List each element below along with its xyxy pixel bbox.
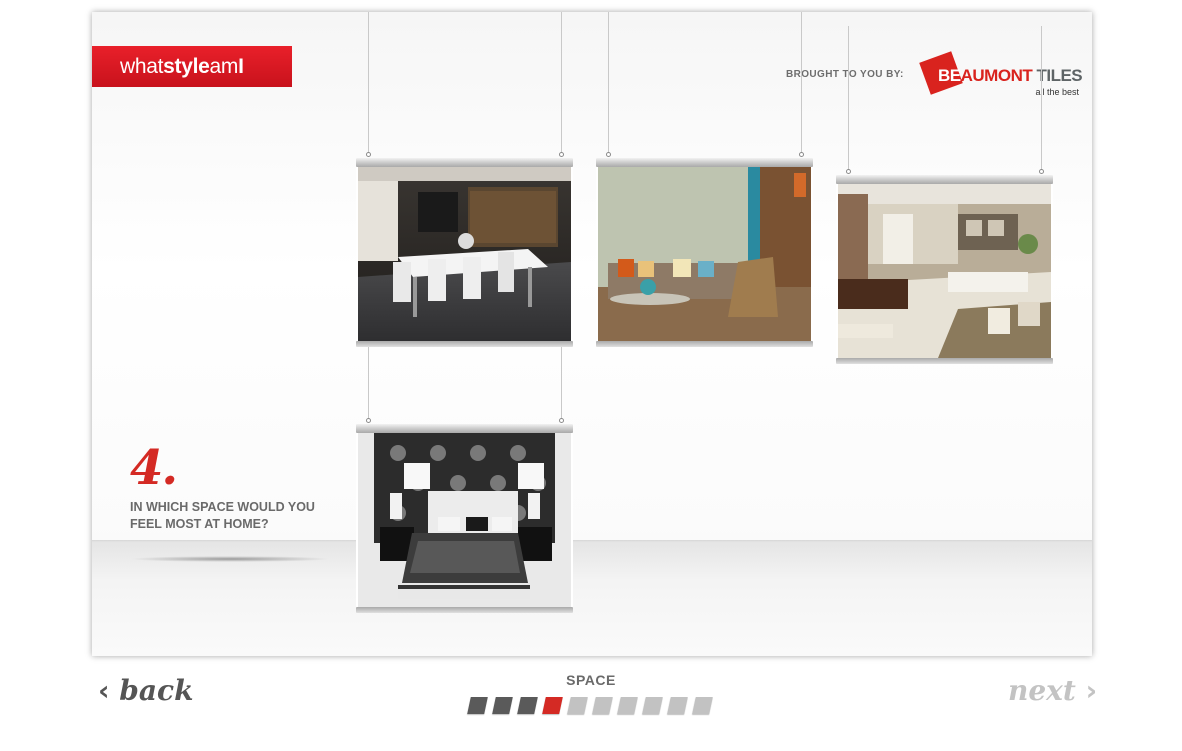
living-room-photo bbox=[598, 167, 811, 341]
sponsor-label: BROUGHT TO YOU BY: bbox=[786, 69, 904, 80]
option-open-plan-lounge[interactable] bbox=[836, 175, 1053, 364]
open-plan-lounge-photo bbox=[838, 184, 1051, 358]
progress-step-8 bbox=[642, 697, 663, 714]
brand-logo: whatstyleamI bbox=[92, 46, 292, 87]
progress-step-6 bbox=[592, 697, 613, 714]
dining-room-photo bbox=[358, 167, 571, 341]
progress-step-5 bbox=[567, 697, 588, 714]
progress-step-4-current[interactable] bbox=[542, 697, 563, 714]
progress-step-1[interactable] bbox=[467, 697, 488, 714]
next-button[interactable]: next › bbox=[1008, 674, 1097, 707]
progress-step-7 bbox=[617, 697, 638, 714]
progress-step-2[interactable] bbox=[492, 697, 513, 714]
progress-indicator bbox=[467, 697, 713, 714]
option-living-room[interactable] bbox=[596, 158, 813, 347]
quiz-stage: whatstyleamI BROUGHT TO YOU BY: BEAUMONT… bbox=[92, 12, 1092, 656]
option-bedroom[interactable] bbox=[356, 424, 573, 613]
progress-step-10 bbox=[692, 697, 713, 714]
chevron-right-icon: › bbox=[1085, 674, 1098, 707]
next-label: next bbox=[1008, 674, 1076, 707]
question-number: 4. bbox=[130, 440, 178, 496]
progress-section-title: SPACE bbox=[566, 672, 616, 688]
option-dining-room[interactable] bbox=[356, 158, 573, 347]
bedroom-photo bbox=[358, 433, 571, 607]
progress-step-9 bbox=[667, 697, 688, 714]
sponsor-logo[interactable]: BEAUMONT TILES all the best bbox=[918, 51, 1088, 102]
progress-step-3[interactable] bbox=[517, 697, 538, 714]
question-text: IN WHICH SPACE WOULD YOU FEEL MOST AT HO… bbox=[130, 500, 315, 531]
